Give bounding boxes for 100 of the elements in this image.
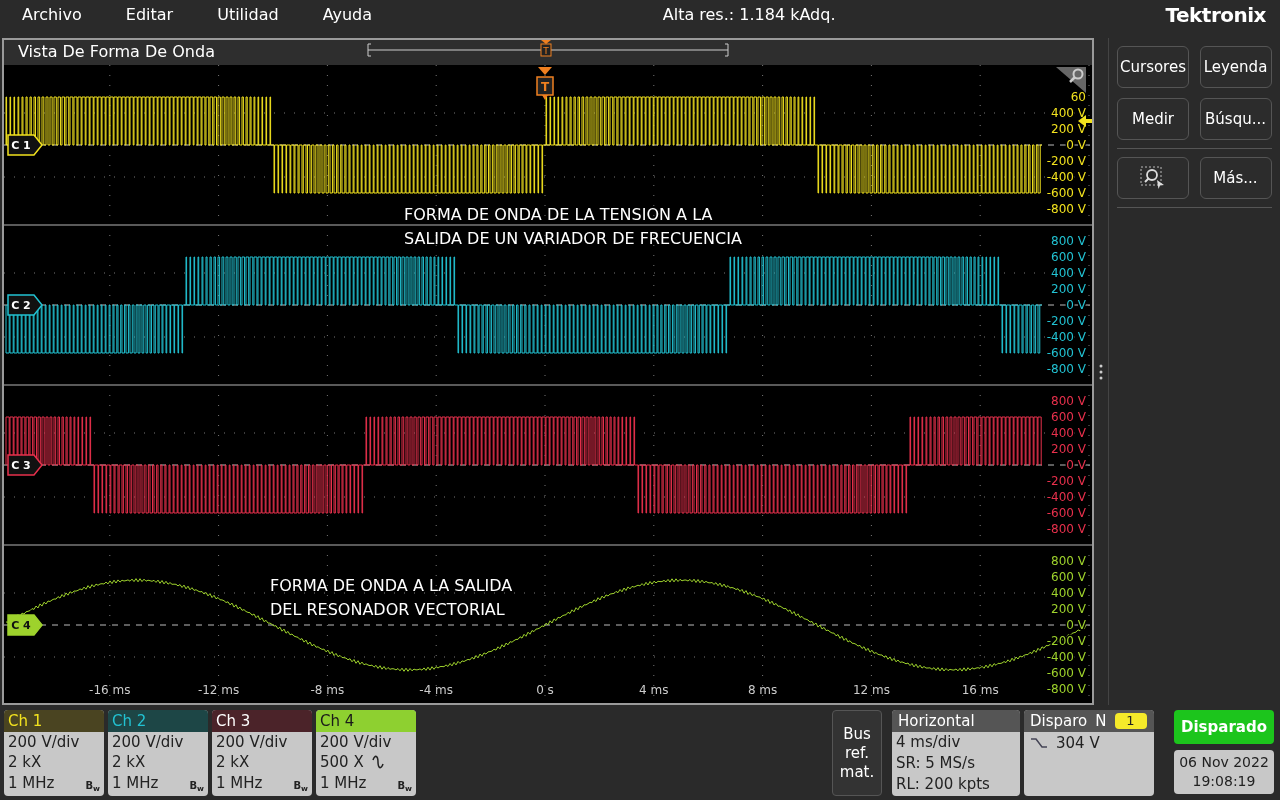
axis-label: -800 V [1046, 201, 1086, 216]
menu-button[interactable]: Cursores [1117, 46, 1189, 88]
zoom-icon [1140, 166, 1166, 190]
trigger-badge[interactable]: Disparo N 1 304 V [1024, 710, 1154, 796]
axis-label: -800 V [1046, 521, 1086, 536]
annotation-text: FORMA DE ONDA DE LA TENSION A LA SALIDA DE UN VARIADOR DE FRECUENCIA [404, 203, 742, 250]
menu-button[interactable]: Más... [1199, 157, 1272, 199]
date-text: 06 Nov 2022 [1179, 753, 1269, 772]
drag-handle-icon[interactable] [1099, 363, 1103, 380]
zoom-icon[interactable] [1056, 66, 1086, 93]
time-label: -12 ms [197, 682, 240, 697]
probe-attenuation: 2 kX [8, 751, 42, 773]
trigger-title: Disparo [1030, 710, 1088, 732]
probe-attenuation: 500 X [320, 751, 364, 773]
channel-badge[interactable]: Ch 2 200 V/div 2 kX 1 MHz B$_{w}$ [108, 710, 208, 796]
trigger-level: 304 V [1056, 733, 1100, 754]
time-label: 16 ms [961, 682, 999, 697]
axis-label: 60 [1070, 89, 1086, 104]
channel-badge[interactable]: Ch 4 200 V/div 500 X 1 MHz B$_{w}$ [316, 710, 416, 796]
horizontal-title: Horizontal [892, 710, 1020, 732]
volts-per-div: 200 V/div [215, 732, 289, 752]
axis-label: 0 V [1066, 457, 1086, 472]
axis-label: 200 V [1051, 441, 1086, 456]
horizontal-setting: RL: 200 kpts [895, 774, 991, 795]
channel-marker[interactable]: C 2 [7, 294, 43, 316]
time-label: 0 s [536, 682, 554, 697]
time-label: -16 ms [89, 682, 131, 697]
bandwidth-mark: B$_{w}$ [293, 779, 308, 794]
menu-item[interactable]: Utilidad [217, 3, 279, 27]
time-label: 8 ms [747, 682, 778, 697]
horizontal-setting: 4 ms/div [895, 732, 962, 753]
zoom-button[interactable] [1117, 157, 1189, 199]
time-label: -8 ms [310, 682, 345, 697]
volts-per-div: 200 V/div [319, 732, 393, 752]
menu-button[interactable]: Medir [1117, 98, 1189, 140]
horizontal-badge[interactable]: Horizontal 4 ms/div SR: 5 MS/s RL: 200 kpts [892, 710, 1020, 796]
axis-label: -800 V [1046, 361, 1086, 376]
volts-per-div: 200 V/div [7, 732, 81, 752]
bandwidth-limit: 1 MHz [8, 772, 55, 794]
axis-label: -600 V [1046, 665, 1086, 680]
channel-name: Ch 4 [316, 710, 416, 732]
axis-label: -800 V [1046, 681, 1086, 696]
bandwidth-mark: B$_{w}$ [189, 779, 204, 794]
axis-label: -400 V [1046, 649, 1086, 664]
menu-item[interactable]: Ayuda [322, 3, 373, 27]
channel-badge[interactable]: Ch 3 200 V/div 2 kX 1 MHz B$_{w}$ [212, 710, 312, 796]
menu-item[interactable]: Editar [125, 3, 174, 27]
channel-marker[interactable]: C 1 [7, 134, 43, 156]
axis-label: 800 V [1051, 553, 1086, 568]
axis-label: 0 V [1066, 297, 1086, 312]
axis-label: -400 V [1046, 489, 1086, 504]
time-label: 12 ms [852, 682, 890, 697]
axis-label: 200 V [1051, 601, 1086, 616]
bandwidth-limit: 1 MHz [320, 772, 367, 794]
axis-label: -600 V [1046, 505, 1086, 520]
time-label: -4 ms [419, 682, 454, 697]
axis-label: 400 V [1051, 105, 1086, 120]
time-text: 19:08:19 [1192, 772, 1256, 791]
channel-badge[interactable]: Ch 1 200 V/div 2 kX 1 MHz B$_{w}$ [4, 710, 104, 796]
trigger-source: 1 [1114, 713, 1147, 729]
volts-per-div: 200 V/div [111, 732, 185, 752]
horizontal-setting: SR: 5 MS/s [895, 753, 976, 774]
probe-attenuation: 2 kX [112, 751, 146, 773]
axis-label: 400 V [1051, 265, 1086, 280]
axis-label: 800 V [1051, 233, 1086, 248]
annotation-text: FORMA DE ONDA A LA SALIDA DEL RESONADOR VECTORIAL [270, 574, 513, 621]
channel-name: Ch 3 [212, 710, 312, 732]
axis-label: -200 V [1046, 153, 1086, 168]
axis-label: 0 V [1066, 137, 1086, 152]
falling-edge-icon [1030, 736, 1048, 751]
axis-label: 600 V [1051, 409, 1086, 424]
menu-item[interactable]: Archivo [22, 3, 82, 27]
axis-label: 400 V [1051, 585, 1086, 600]
channel-name: Ch 2 [108, 710, 208, 732]
bus-ref-math-button[interactable]: Bus ref. mat. [832, 710, 882, 796]
brand-logo: Tektronix [1165, 2, 1266, 29]
axis-label: -400 V [1046, 329, 1086, 344]
axis-label: 600 V [1051, 569, 1086, 584]
menu-button[interactable]: Leyenda [1199, 46, 1272, 88]
axis-label: -200 V [1046, 313, 1086, 328]
bandwidth-limit: 1 MHz [112, 772, 159, 794]
time-label: 4 ms [639, 682, 669, 697]
bandwidth-mark: B$_{w}$ [397, 779, 412, 794]
record-overview[interactable]: T [367, 40, 729, 64]
trigger-mode: N [1095, 710, 1107, 732]
axis-label: -600 V [1046, 345, 1086, 360]
probe-attenuation: 2 kX [216, 751, 250, 773]
channel-marker[interactable]: C 3 [7, 454, 43, 476]
channel-marker[interactable]: C 4 [7, 614, 43, 636]
axis-label: -400 V [1046, 169, 1086, 184]
axis-label: 800 V [1051, 393, 1086, 408]
axis-label: -200 V [1046, 473, 1086, 488]
bandwidth-mark: B$_{w}$ [85, 779, 100, 794]
axis-label: 400 V [1051, 425, 1086, 440]
axis-label: -600 V [1046, 185, 1086, 200]
bandwidth-limit: 1 MHz [216, 772, 263, 794]
menu-button[interactable]: Búsqu... [1199, 98, 1272, 140]
channel-name: Ch 1 [4, 710, 104, 732]
axis-label: 200 V [1051, 281, 1086, 296]
view-title: Vista De Forma De Onda [17, 41, 215, 64]
